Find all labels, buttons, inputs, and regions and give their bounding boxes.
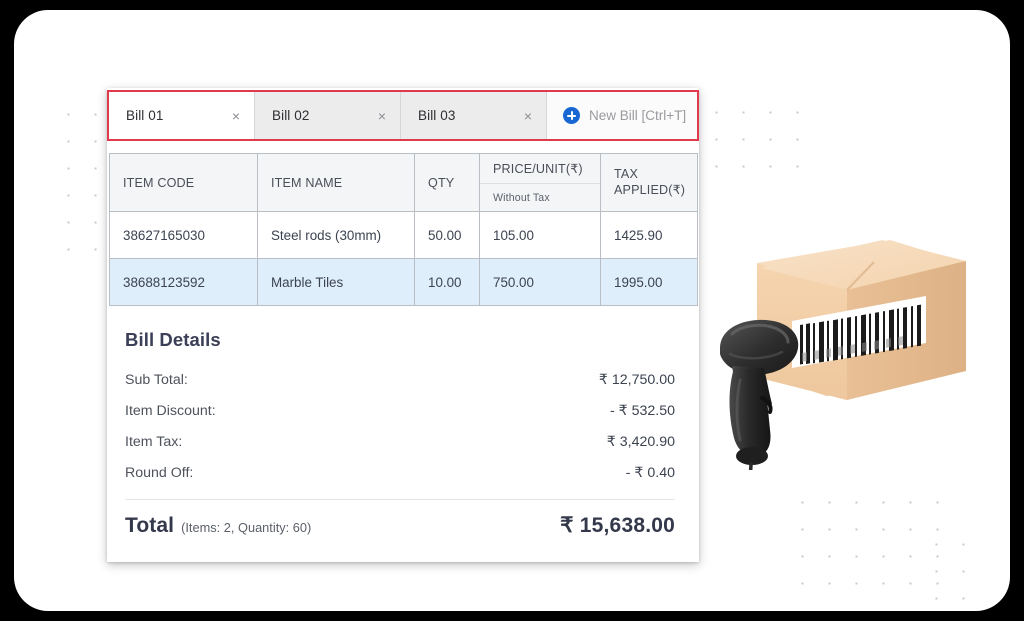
bill-details-title: Bill Details: [125, 329, 221, 350]
bill-tab-bar[interactable]: Bill 01 × Bill 02 × Bill 03 × New Bill […: [109, 92, 697, 139]
bill-tab-03[interactable]: Bill 03 ×: [401, 92, 547, 139]
close-icon[interactable]: ×: [521, 107, 535, 125]
close-icon[interactable]: ×: [229, 107, 243, 125]
cell-item-code: 38627165030: [109, 211, 258, 259]
bill-tab-03-label: Bill 03: [418, 108, 456, 123]
bill-details-divider: [125, 499, 675, 500]
items-table-header: ITEM CODE ITEM NAME QTY PRICE/UNIT(₹) Wi…: [109, 153, 698, 212]
decorative-dot-grid-top: [700, 96, 818, 188]
bill-details-row-round-off: Round Off: - ₹ 0.40: [125, 457, 675, 488]
bill-total-value: ₹ 15,638.00: [560, 514, 675, 537]
bill-tab-01[interactable]: Bill 01 ×: [109, 92, 255, 139]
cell-item-code: 38688123592: [109, 258, 258, 306]
column-header-price-unit-sublabel: Without Tax: [493, 191, 550, 204]
table-row[interactable]: 38627165030 Steel rods (30mm) 50.00 105.…: [109, 211, 698, 259]
sub-total-label: Sub Total:: [125, 371, 188, 388]
column-header-qty[interactable]: QTY: [414, 153, 480, 212]
cell-item-name: Marble Tiles: [257, 258, 415, 306]
bill-total-label: Total: [125, 514, 175, 537]
item-discount-label: Item Discount:: [125, 402, 216, 419]
bill-details-row-item-tax: Item Tax: ₹ 3,420.90: [125, 426, 675, 457]
cell-tax-applied: 1425.90: [600, 211, 698, 259]
cell-qty: 50.00: [414, 211, 480, 259]
bill-tab-01-label: Bill 01: [126, 108, 164, 123]
decorative-dot-grid-corner: [920, 528, 978, 600]
item-tax-value: ₹ 3,420.90: [606, 433, 675, 450]
item-tax-label: Item Tax:: [125, 433, 183, 450]
page-card: Bill 01 × Bill 02 × Bill 03 × New Bill […: [14, 10, 1010, 611]
cell-price-unit: 105.00: [479, 211, 601, 259]
decorative-dot-grid-bottom: [786, 486, 954, 586]
column-header-item-name[interactable]: ITEM NAME: [257, 153, 415, 212]
items-table-header-row: ITEM CODE ITEM NAME QTY PRICE/UNIT(₹) Wi…: [109, 153, 698, 212]
cell-qty: 10.00: [414, 258, 480, 306]
column-header-price-unit[interactable]: PRICE/UNIT(₹) Without Tax: [479, 153, 601, 212]
new-bill-label: New Bill [Ctrl+T]: [589, 108, 687, 123]
sub-total-value: ₹ 12,750.00: [598, 371, 675, 388]
bill-total-left: Total (Items: 2, Quantity: 60): [125, 514, 311, 538]
new-bill-button[interactable]: New Bill [Ctrl+T]: [547, 92, 697, 139]
plus-circle-icon: [563, 107, 580, 124]
bill-tab-02[interactable]: Bill 02 ×: [255, 92, 401, 139]
column-header-item-code[interactable]: ITEM CODE: [109, 153, 258, 212]
bill-tab-02-label: Bill 02: [272, 108, 310, 123]
items-table-body: 38627165030 Steel rods (30mm) 50.00 105.…: [109, 211, 698, 306]
item-discount-value: - ₹ 532.50: [609, 402, 675, 419]
round-off-value: - ₹ 0.40: [625, 464, 675, 481]
cell-price-unit: 750.00: [479, 258, 601, 306]
cell-tax-applied: 1995.00: [600, 258, 698, 306]
close-icon[interactable]: ×: [375, 107, 389, 125]
column-header-tax-applied[interactable]: TAX APPLIED(₹): [600, 153, 698, 212]
cell-item-name: Steel rods (30mm): [257, 211, 415, 259]
bill-details-row-item-discount: Item Discount: - ₹ 532.50: [125, 395, 675, 426]
bill-details-row-sub-total: Sub Total: ₹ 12,750.00: [125, 364, 675, 395]
bill-details-section: Bill Details Sub Total: ₹ 12,750.00 Item…: [109, 313, 697, 544]
screenshot-root: Bill 01 × Bill 02 × Bill 03 × New Bill […: [0, 0, 1024, 621]
bill-total-meta: (Items: 2, Quantity: 60): [181, 520, 312, 535]
items-table: ITEM CODE ITEM NAME QTY PRICE/UNIT(₹) Wi…: [109, 153, 698, 306]
bill-total-row: Total (Items: 2, Quantity: 60) ₹ 15,638.…: [125, 503, 675, 544]
column-header-price-unit-label: PRICE/UNIT(₹): [480, 154, 600, 184]
round-off-label: Round Off:: [125, 464, 194, 481]
barcode-scanner-and-package-illustration: [714, 228, 982, 470]
table-row[interactable]: 38688123592 Marble Tiles 10.00 750.00 19…: [109, 258, 698, 306]
